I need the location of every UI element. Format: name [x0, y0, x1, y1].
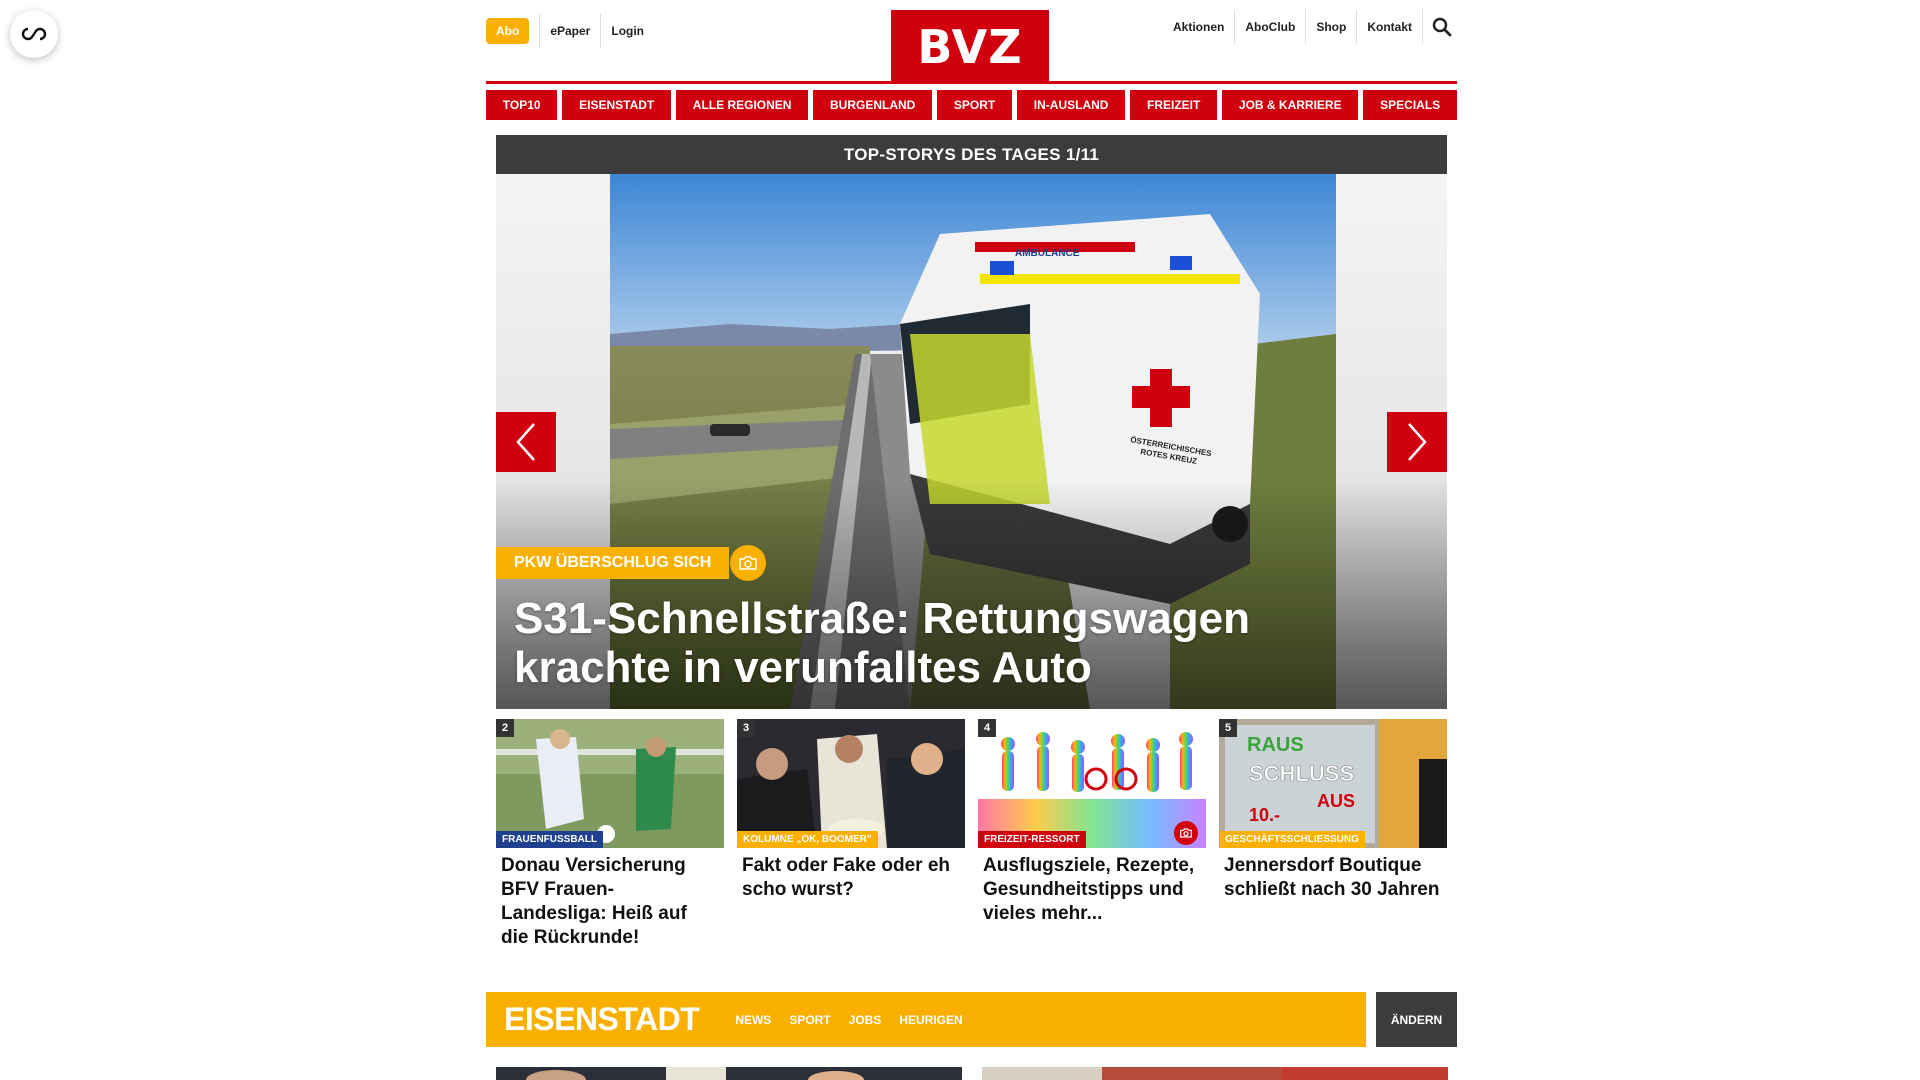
- hero-story[interactable]: AMBULANCE ÖSTERREICHISCHES ROTES KREUZ P…: [496, 174, 1447, 709]
- region-link-heurigen[interactable]: HEURIGEN: [899, 1013, 962, 1027]
- nav-item-job-karriere[interactable]: JOB & KARRIERE: [1222, 90, 1359, 120]
- svg-text:AMBULANCE: AMBULANCE: [1015, 248, 1080, 259]
- region-story-thumbnails: [496, 1067, 1457, 1080]
- region-link-jobs[interactable]: JOBS: [849, 1013, 882, 1027]
- aboclub-link[interactable]: AboClub: [1235, 10, 1307, 44]
- card-category: FREIZEIT-RESSORT: [978, 831, 1086, 848]
- region-story-image[interactable]: [982, 1067, 1448, 1080]
- svg-text:RAUS: RAUS: [1247, 734, 1304, 756]
- site-logo[interactable]: BVZ: [891, 10, 1049, 84]
- nav-item-eisenstadt[interactable]: EISENSTADT: [562, 90, 672, 120]
- camera-icon: [730, 545, 766, 581]
- story-card-image: 3 KOLUMNE „OK, BOOMER": [737, 719, 965, 848]
- region-link-sport[interactable]: SPORT: [789, 1013, 830, 1027]
- main-navigation: TOP10 EISENSTADT ALLE REGIONEN BURGENLAN…: [486, 90, 1457, 120]
- nav-item-burgenland[interactable]: BURGENLAND: [813, 90, 933, 120]
- accessibility-icon: [21, 27, 47, 41]
- nav-item-sport[interactable]: SPORT: [937, 90, 1013, 120]
- top-stories: TOP-STORYS DES TAGES 1/11 AMBULANCE ÖSTE…: [496, 135, 1447, 950]
- kontakt-link[interactable]: Kontakt: [1357, 10, 1423, 44]
- page-container: Abo ePaper Login BVZ Aktionen AboClub Sh…: [486, 0, 1457, 1080]
- region-header: EISENSTADT NEWS SPORT JOBS HEURIGEN: [486, 992, 1366, 1047]
- aktionen-link[interactable]: Aktionen: [1163, 10, 1236, 44]
- nav-item-alle-regionen[interactable]: ALLE REGIONEN: [676, 90, 809, 120]
- slider-next-button[interactable]: [1387, 412, 1447, 472]
- story-card[interactable]: 4 FREIZEIT-RESSORT Ausflugsziele, Rezept…: [978, 719, 1206, 950]
- chevron-left-icon: [516, 423, 535, 461]
- region-change-button[interactable]: ÄNDERN: [1376, 992, 1457, 1047]
- nav-item-specials[interactable]: SPECIALS: [1363, 90, 1457, 120]
- region-title[interactable]: EISENSTADT: [504, 1001, 700, 1038]
- header-left-links: Abo ePaper Login: [486, 14, 654, 48]
- accessibility-button[interactable]: [10, 10, 58, 58]
- story-card-image: RAUS SCHLUSS 10.- AUS 5 GESCHÄFTSSCHLIES…: [1219, 719, 1447, 848]
- story-card-image: 2 FRAUENFUSSBALL: [496, 719, 724, 848]
- story-card[interactable]: 3 KOLUMNE „OK, BOOMER" Fakt oder Fake od…: [737, 719, 965, 950]
- card-category: GESCHÄFTSSCHLIESSUNG: [1219, 831, 1365, 848]
- card-title[interactable]: Fakt oder Fake oder eh scho wurst?: [737, 848, 965, 902]
- header-divider: [486, 81, 1457, 84]
- svg-text:SCHLUSS: SCHLUSS: [1249, 761, 1354, 786]
- search-button[interactable]: [1427, 10, 1457, 44]
- story-card-image: 4 FREIZEIT-RESSORT: [978, 719, 1206, 848]
- card-title[interactable]: Donau Versicherung BFV Frauen-Landesliga…: [496, 848, 724, 950]
- card-number: 5: [1219, 719, 1237, 737]
- region-story-image[interactable]: [496, 1067, 962, 1080]
- nav-item-top10[interactable]: TOP10: [486, 90, 558, 120]
- search-icon: [1432, 17, 1452, 37]
- camera-icon: [1174, 821, 1198, 845]
- story-card[interactable]: 2 FRAUENFUSSBALL Donau Versicherung BFV …: [496, 719, 724, 950]
- card-number: 4: [978, 719, 996, 737]
- site-header: Abo ePaper Login BVZ Aktionen AboClub Sh…: [486, 0, 1457, 84]
- svg-text:AUS: AUS: [1317, 791, 1355, 811]
- card-title[interactable]: Jennersdorf Boutique schließt nach 30 Ja…: [1219, 848, 1447, 902]
- shop-link[interactable]: Shop: [1306, 10, 1358, 44]
- card-category: FRAUENFUSSBALL: [496, 831, 603, 848]
- story-cards: 2 FRAUENFUSSBALL Donau Versicherung BFV …: [496, 719, 1447, 950]
- login-link[interactable]: Login: [600, 14, 654, 48]
- slider-prev-button[interactable]: [496, 412, 556, 472]
- card-title[interactable]: Ausflugsziele, Rezepte, Gesundheitstipps…: [978, 848, 1206, 926]
- card-number: 3: [737, 719, 755, 737]
- nav-item-freizeit[interactable]: FREIZEIT: [1130, 90, 1218, 120]
- svg-text:10.-: 10.-: [1249, 805, 1280, 825]
- epaper-link[interactable]: ePaper: [539, 14, 600, 48]
- hero-tag: PKW ÜBERSCHLUG SICH: [496, 547, 730, 579]
- chevron-right-icon: [1408, 423, 1427, 461]
- header-right-links: Aktionen AboClub Shop Kontakt: [1163, 10, 1457, 44]
- card-number: 2: [496, 719, 514, 737]
- region-bar: EISENSTADT NEWS SPORT JOBS HEURIGEN ÄNDE…: [486, 992, 1457, 1047]
- card-category: KOLUMNE „OK, BOOMER": [737, 831, 878, 848]
- region-link-news[interactable]: NEWS: [735, 1013, 771, 1027]
- story-card[interactable]: RAUS SCHLUSS 10.- AUS 5 GESCHÄFTSSCHLIES…: [1219, 719, 1447, 950]
- top-stories-heading: TOP-STORYS DES TAGES 1/11: [496, 135, 1447, 174]
- abo-button[interactable]: Abo: [486, 18, 530, 44]
- hero-title[interactable]: S31-Schnellstraße: Rettungswagen krachte…: [514, 594, 1314, 692]
- nav-item-in-ausland[interactable]: IN-AUSLAND: [1017, 90, 1126, 120]
